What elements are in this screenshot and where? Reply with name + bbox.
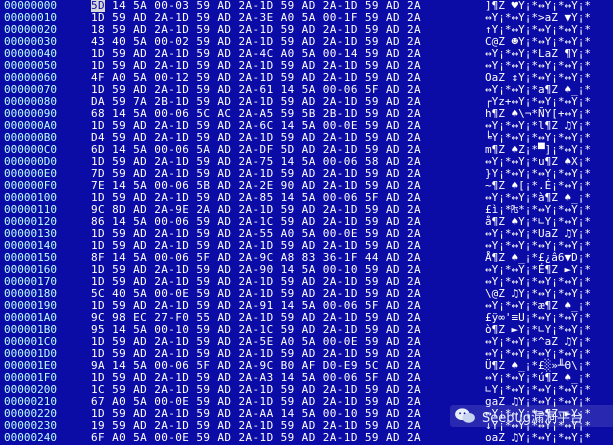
row-ascii[interactable]: oaZ ♫Y¡*↔Y¡*↔Y¡* xyxy=(485,432,591,444)
watermark: Seebug漏洞平台 xyxy=(450,405,613,427)
watermark-label: Seebug漏洞平台 xyxy=(482,410,583,426)
wechat-icon xyxy=(455,408,475,423)
hex-row[interactable]: 00000240 6F A0 5A 00-0E 59 AD 2A-1D 59 AD… xyxy=(0,432,613,444)
hex-viewer[interactable]: 00000000 5D 14 5A 00-03 59 AD 2A-1D 59 AD… xyxy=(0,0,613,445)
row-hex-bytes[interactable]: 6F A0 5A 00-0E 59 AD 2A-1D 59 AD 2A-1D 5… xyxy=(91,432,421,444)
row-address: 00000240 xyxy=(4,431,57,444)
hex-bytes-text: 6F A0 5A 00-0E 59 AD 2A-1D 59 AD 2A-1D 5… xyxy=(91,431,422,444)
